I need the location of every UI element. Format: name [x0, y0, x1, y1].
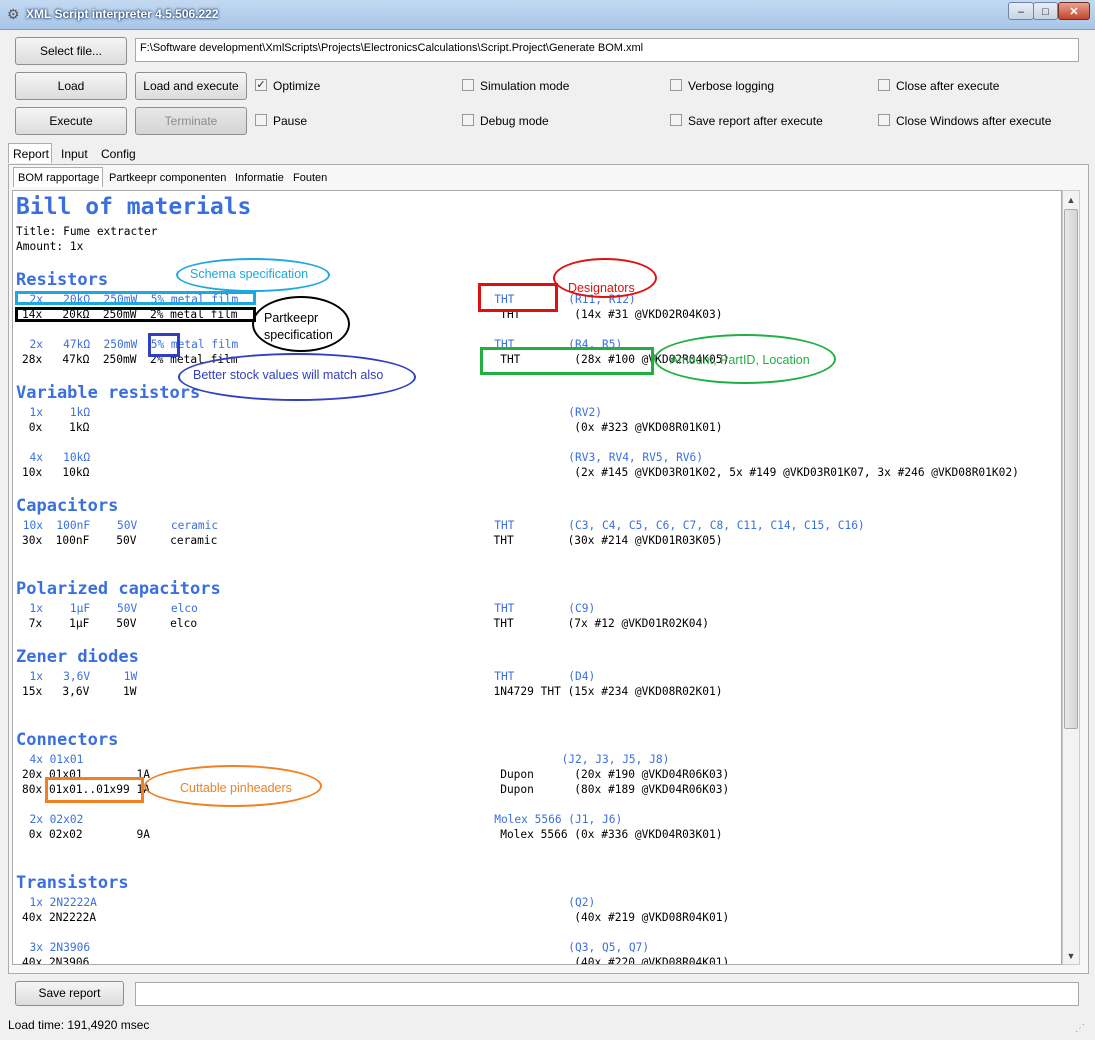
window-title: XML Script interpreter 4.5.506.222: [26, 7, 219, 21]
better-stock-box: [148, 333, 180, 357]
tab-input[interactable]: Input: [57, 144, 92, 164]
list-item: 7x 1µF 50V elco THT (7x #12 @VKD01R02K04…: [22, 617, 710, 630]
amount-box: [480, 347, 654, 375]
app-gear-icon: ⚙: [7, 6, 20, 22]
tab-config[interactable]: Config: [97, 144, 140, 164]
list-item: 40x 2N3906 (40x #220 @VKD08R04K01): [22, 956, 730, 965]
better-stock-label: Better stock values will match also: [193, 368, 384, 382]
tab-report[interactable]: Report: [8, 143, 52, 163]
list-item: 4x 10kΩ (RV3, RV4, RV5, RV6): [16, 451, 704, 464]
designators-label: Designators: [568, 281, 635, 295]
list-item: 15x 3,6V 1W 1N4729 THT (15x #234 @VKD08R…: [22, 685, 723, 698]
scroll-thumb[interactable]: [1064, 209, 1078, 729]
list-item: 30x 100nF 50V ceramic THT (30x #214 @VKD…: [22, 534, 723, 547]
vertical-scrollbar[interactable]: ▲ ▼: [1062, 190, 1080, 965]
section-connectors: Connectors: [16, 730, 119, 750]
report-title: Bill of materials: [16, 194, 252, 220]
list-item: 1x 1kΩ (RV2): [16, 406, 602, 419]
status-bar: Load time: 191,4920 msec: [0, 1015, 1095, 1040]
resize-grip-icon[interactable]: ⋰: [1075, 1022, 1089, 1036]
section-zener-diodes: Zener diodes: [16, 647, 139, 667]
select-file-button[interactable]: Select file...: [15, 37, 127, 65]
list-item: 0x 1kΩ (0x #323 @VKD08R01K01): [22, 421, 723, 434]
list-item: 10x 10kΩ (2x #145 @VKD03R01K02, 5x #149 …: [22, 466, 1019, 479]
partkeepr-spec-box: [15, 307, 256, 322]
terminate-button[interactable]: Terminate: [135, 107, 247, 135]
list-item: 4x 01x01 (J2, J3, J5, J8): [16, 753, 670, 766]
execute-button[interactable]: Execute: [15, 107, 127, 135]
title-bar: ⚙ XML Script interpreter 4.5.506.222 – □…: [0, 0, 1095, 30]
section-resistors: Resistors: [16, 270, 109, 290]
section-capacitors: Capacitors: [16, 496, 119, 516]
minimize-button[interactable]: –: [1008, 2, 1034, 20]
section-variable-resistors: Variable resistors: [16, 383, 201, 403]
load-button[interactable]: Load: [15, 72, 127, 100]
list-item: 1x 2N2222A (Q2): [16, 896, 596, 909]
report-path-field[interactable]: [135, 982, 1079, 1006]
list-item: 3x 2N3906 (Q3, Q5, Q7): [16, 941, 650, 954]
list-item: 2x 02x02 Molex 5566 (J1, J6): [16, 813, 623, 826]
save-report-button[interactable]: Save report: [15, 981, 124, 1006]
list-item: 0x 02x02 9A Molex 5566 (0x #336 @VKD04R0…: [22, 828, 723, 841]
subtab-fouten[interactable]: Fouten: [289, 168, 331, 188]
list-item: 1x 1µF 50V elco THT (C9): [16, 602, 596, 615]
list-item: 1x 3,6V 1W THT (D4): [16, 670, 596, 683]
cuttable-label: Cuttable pinheaders: [180, 781, 292, 795]
list-item: 40x 2N2222A (40x #219 @VKD08R04K01): [22, 911, 730, 924]
amount-label: Amount, PartID, Location: [670, 353, 810, 367]
subtab-bom-rapportage[interactable]: BOM rapportage: [13, 167, 103, 187]
close-button[interactable]: ✕: [1058, 2, 1090, 20]
partkeepr-spec-label: Partkeepr: [264, 311, 319, 325]
file-path-field[interactable]: F:\Software development\XmlScripts\Proje…: [135, 38, 1079, 62]
partkeepr-spec-label-2: specification: [264, 328, 333, 342]
list-item: 10x 100nF 50V ceramic THT (C3, C4, C5, C…: [16, 519, 865, 532]
report-meta-amount: Amount: 1x: [16, 240, 84, 253]
subtab-partkeepr[interactable]: Partkeepr componenten: [105, 168, 230, 188]
section-transistors: Transistors: [16, 873, 129, 893]
designators-box: [478, 283, 558, 312]
maximize-button[interactable]: □: [1033, 2, 1058, 20]
cuttable-box: [45, 777, 144, 803]
schema-spec-label: Schema specification: [190, 267, 309, 281]
status-text: Load time: 191,4920 msec: [8, 1018, 150, 1032]
scroll-down-icon[interactable]: ▼: [1064, 948, 1078, 964]
section-polarized-capacitors: Polarized capacitors: [16, 579, 221, 599]
report-meta-title: Title: Fume extracter: [16, 225, 158, 238]
checkmark-icon: ✓: [255, 79, 267, 91]
subtab-informatie[interactable]: Informatie: [231, 168, 288, 188]
schema-spec-box: [15, 291, 256, 305]
scroll-up-icon[interactable]: ▲: [1064, 192, 1078, 208]
load-execute-button[interactable]: Load and execute: [135, 72, 247, 100]
